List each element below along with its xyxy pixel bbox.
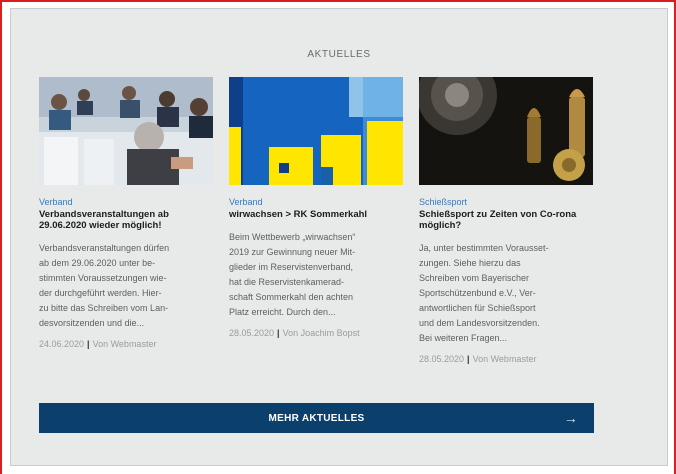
meta-separator: |: [467, 354, 470, 364]
article-date: 28.05.2020: [419, 354, 465, 364]
article-author[interactable]: Von Webmaster: [93, 339, 157, 349]
article-headline[interactable]: Schießsport zu Zeiten von Co-rona möglic…: [419, 209, 593, 231]
arrow-right-icon: →: [563, 410, 578, 426]
meta-separator: |: [277, 328, 280, 338]
article-image-conference[interactable]: [39, 77, 213, 185]
article-category[interactable]: Verband: [39, 197, 213, 207]
news-card: Verband wirwachsen > RK Sommerkahl Beim …: [229, 77, 403, 338]
news-card: Schießsport Schießsport zu Zeiten von Co…: [419, 77, 593, 364]
more-news-button[interactable]: MEHR AKTUELLES →: [39, 403, 594, 433]
article-author[interactable]: Von Webmaster: [473, 354, 537, 364]
news-panel: AKTUELLES Verband Verbandsveranstaltunge…: [10, 8, 668, 466]
article-category[interactable]: Verband: [229, 197, 403, 207]
article-headline[interactable]: wirwachsen > RK Sommerkahl: [229, 209, 403, 220]
article-image-wirwachsen[interactable]: [229, 77, 403, 185]
article-author[interactable]: Von Joachim Bopst: [283, 328, 360, 338]
article-excerpt: Ja, unter bestimmten Vorausset- zungen. …: [419, 243, 549, 343]
article-date: 28.05.2020: [229, 328, 275, 338]
article-meta: 28.05.2020 | Von Webmaster: [419, 354, 593, 364]
article-meta: 28.05.2020 | Von Joachim Bopst: [229, 328, 403, 338]
article-headline[interactable]: Verbandsveranstaltungen ab 29.06.2020 wi…: [39, 209, 213, 231]
article-excerpt: Beim Wettbewerb „wirwachsen“ 2019 zur Ge…: [229, 232, 356, 317]
article-date: 24.06.2020: [39, 339, 85, 349]
meta-separator: |: [87, 339, 90, 349]
more-news-label: MEHR AKTUELLES: [268, 412, 365, 424]
article-excerpt: Verbandsveranstaltungen dürfen ab dem 29…: [39, 243, 170, 328]
article-category[interactable]: Schießsport: [419, 197, 593, 207]
article-image-ammunition[interactable]: [419, 77, 593, 185]
section-title: AKTUELLES: [307, 49, 371, 60]
article-meta: 24.06.2020 | Von Webmaster: [39, 339, 213, 349]
news-card: Verband Verbandsveranstaltungen ab 29.06…: [39, 77, 213, 349]
